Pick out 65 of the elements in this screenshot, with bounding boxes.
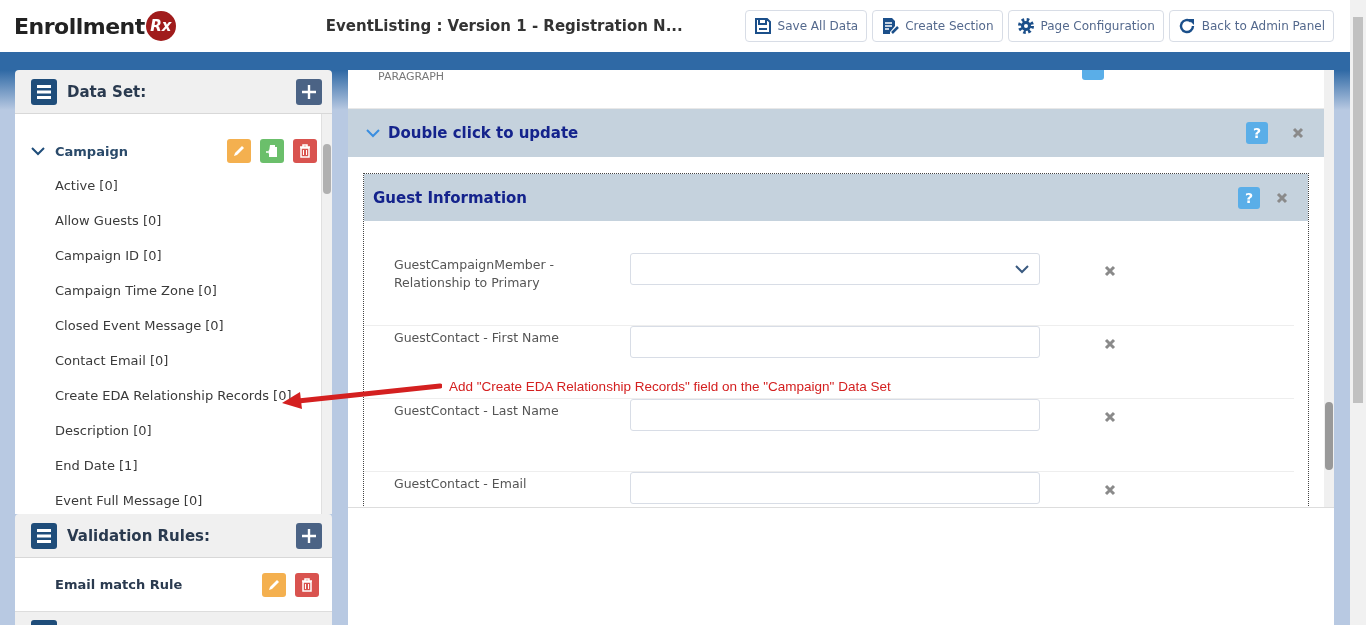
scrollbar-thumb[interactable]: [1353, 17, 1363, 403]
edit-button[interactable]: [227, 139, 251, 163]
remove-icon[interactable]: [1104, 484, 1116, 496]
logo-text: Enrollment: [14, 13, 145, 39]
field-item[interactable]: Contact Email [0]: [15, 343, 321, 378]
field-label: GuestContact - Last Name: [394, 402, 560, 420]
remove-icon[interactable]: [1104, 338, 1116, 350]
section-title: Double click to update: [388, 124, 580, 142]
field-item[interactable]: Description [0]: [15, 413, 321, 448]
rule-name[interactable]: Email match Rule: [55, 577, 262, 592]
plus-icon: [301, 83, 317, 100]
chevron-icon[interactable]: [31, 146, 45, 156]
group-name[interactable]: Campaign: [55, 143, 227, 159]
add-button[interactable]: [296, 78, 322, 105]
settings-icon: [1016, 17, 1035, 35]
scrollbar-thumb[interactable]: [323, 144, 331, 194]
text-field[interactable]: [630, 399, 1040, 431]
field-item[interactable]: Campaign Time Zone [0]: [15, 273, 321, 308]
list-icon: [31, 522, 57, 549]
text-field[interactable]: [630, 472, 1040, 504]
annotation-text: Add "Create EDA Relationship Records" field on the "Campaign" Data Set: [449, 379, 891, 394]
delete-button[interactable]: [293, 139, 317, 163]
plus-icon: [301, 527, 317, 544]
trash-icon: [300, 577, 314, 592]
scrollbar-thumb[interactable]: [1325, 402, 1333, 470]
remove-icon[interactable]: [1104, 265, 1116, 277]
field-item[interactable]: Campaign ID [0]: [15, 238, 321, 273]
select-field[interactable]: [630, 253, 1040, 285]
logo-badge: Rx: [145, 11, 176, 41]
panel-title: Data Set:: [67, 82, 148, 101]
pencil-icon: [232, 144, 246, 158]
chevron-icon: [1015, 264, 1029, 274]
page-title: EventListing : Version 1 - Registration N...: [325, 17, 684, 35]
field-label: GuestContact - Email: [394, 475, 528, 493]
field-item[interactable]: Event Full Message [0]: [15, 483, 321, 514]
header-button[interactable]: Create Section: [872, 10, 1003, 42]
field-item[interactable]: Allow Guests [0]: [15, 203, 321, 238]
field-label: GuestCampaignMember - Relationship to Primary: [394, 256, 556, 292]
document-edit-icon: [881, 17, 900, 35]
subsection-header[interactable]: Guest Information ?: [364, 174, 1308, 221]
delete-button[interactable]: [295, 572, 319, 597]
trash-icon: [298, 144, 312, 158]
clipboard-icon: [265, 144, 279, 158]
close-icon[interactable]: [1292, 127, 1304, 139]
list-icon: [31, 78, 57, 105]
refresh-icon: [1177, 17, 1196, 35]
subsection-title: Guest Information: [373, 188, 529, 207]
field-item[interactable]: End Date [1]: [15, 448, 321, 483]
text-field[interactable]: [630, 326, 1040, 358]
edit-button[interactable]: [262, 572, 286, 597]
field-item[interactable]: Closed Event Message [0]: [15, 308, 321, 343]
header-button[interactable]: Save All Data: [744, 10, 868, 42]
header-button[interactable]: Back to Admin Panel: [1168, 10, 1334, 42]
field-label: GuestContact - First Name: [394, 329, 560, 347]
add-button[interactable]: [296, 522, 322, 549]
panel-title: Validation Rules:: [67, 526, 212, 545]
header-button[interactable]: Page Configuration: [1007, 10, 1164, 42]
pencil-icon: [267, 577, 281, 592]
close-icon[interactable]: [1276, 191, 1288, 204]
field-item[interactable]: Active [0]: [15, 168, 321, 203]
remove-icon[interactable]: [1104, 411, 1116, 423]
copy-button[interactable]: [260, 139, 284, 163]
field-type-label: PARAGRAPH: [378, 70, 445, 83]
section-header[interactable]: Double click to update ?: [348, 109, 1324, 157]
save-icon: [753, 17, 772, 35]
